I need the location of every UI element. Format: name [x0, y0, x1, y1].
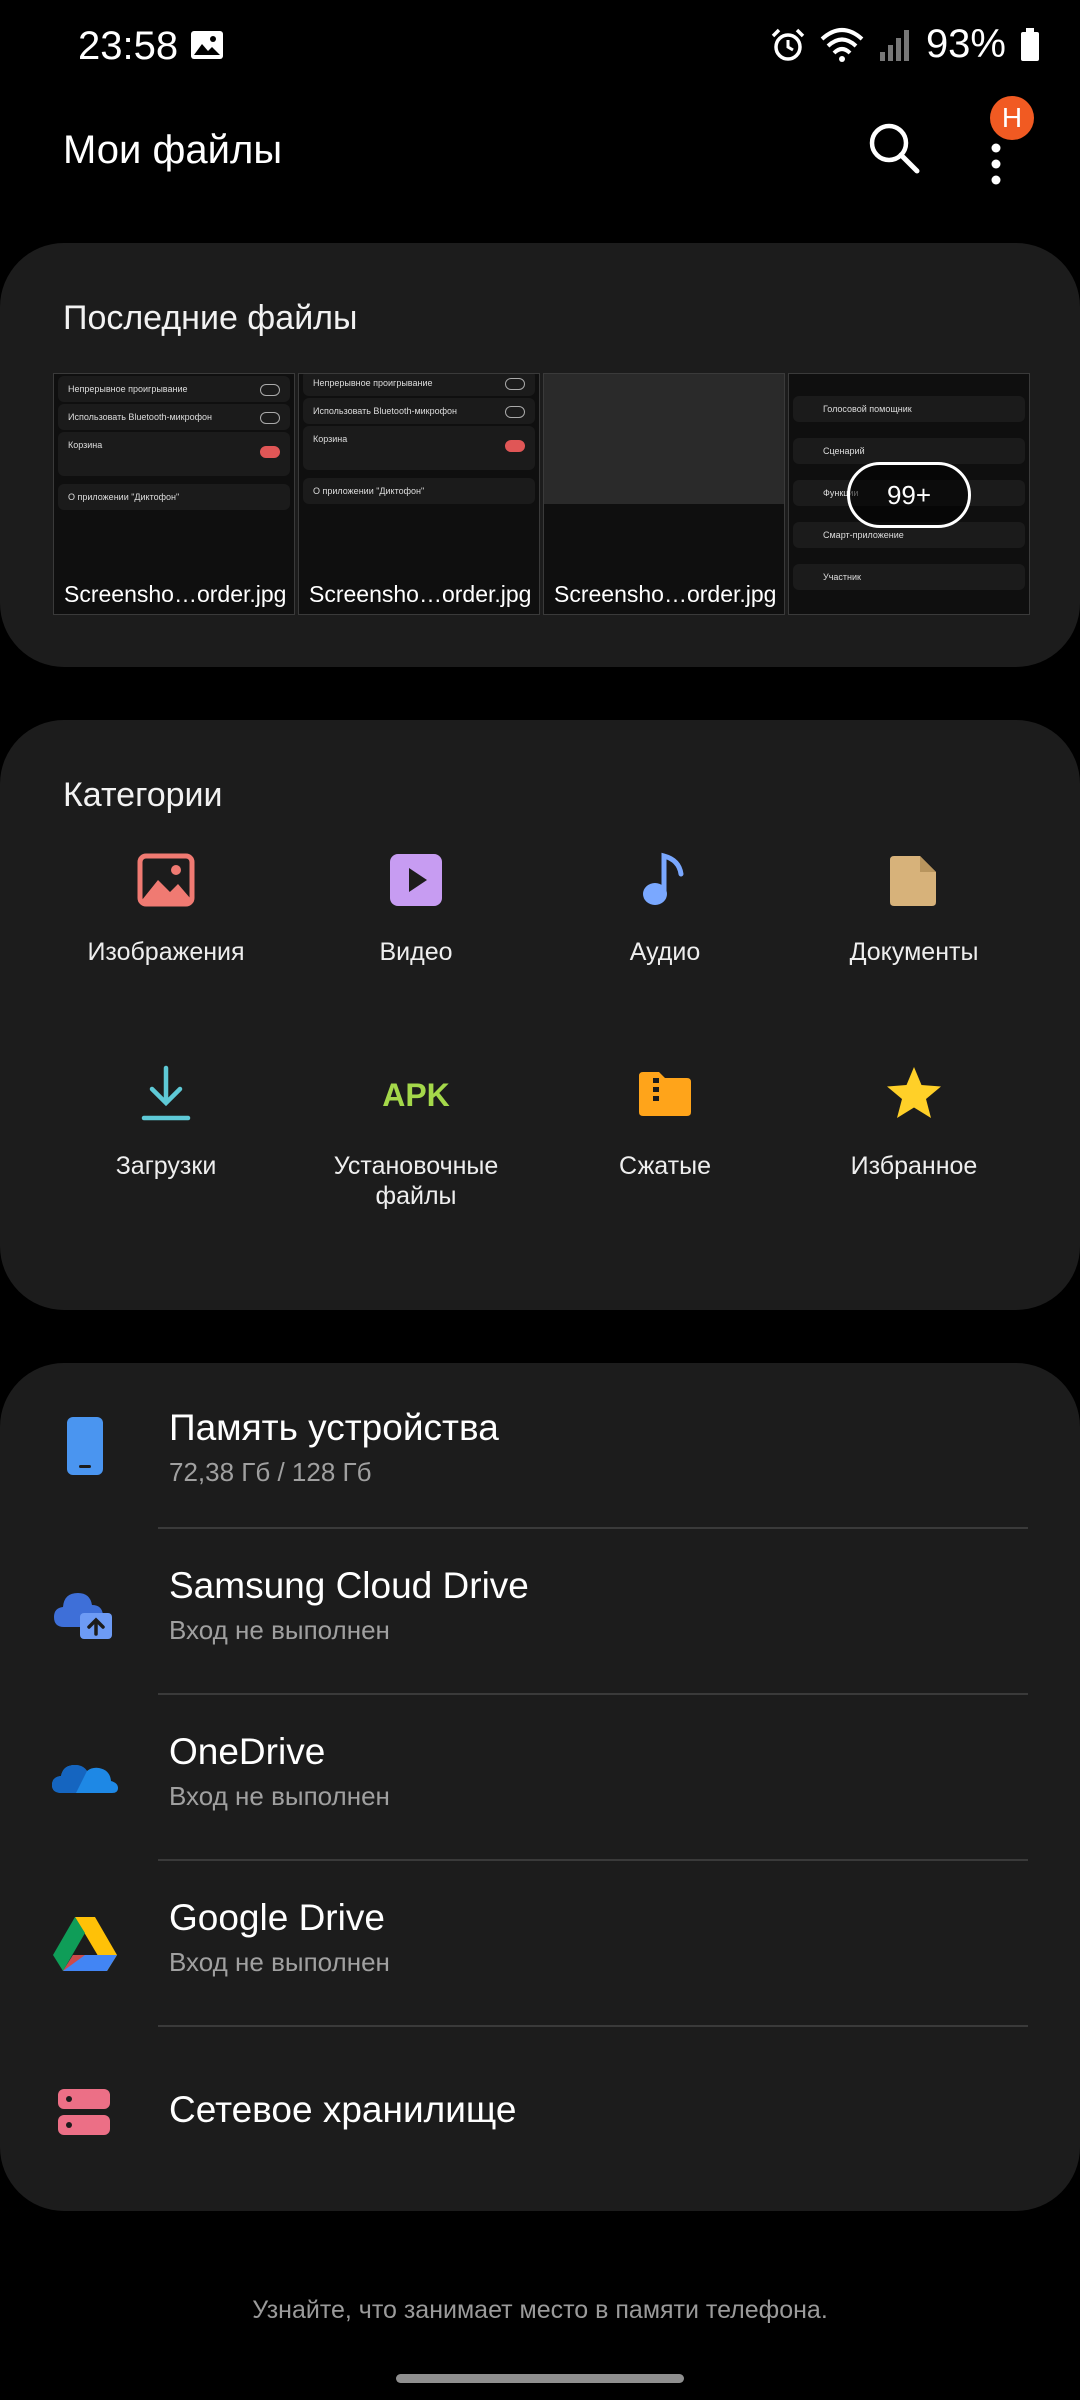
- toggle-icon: [505, 378, 525, 390]
- samsung-cloud-icon: [54, 1593, 112, 1639]
- signal-icon: [879, 29, 909, 61]
- recent-file-thumbnail[interactable]: Непрерывное проигрывание Использовать Bl…: [53, 373, 295, 615]
- zip-folder-icon: [639, 1072, 691, 1116]
- battery-level: 93%: [925, 22, 1006, 66]
- category-video[interactable]: Видео: [291, 850, 541, 967]
- battery-icon: [1021, 27, 1039, 61]
- storage-title: Сетевое хранилище: [169, 2089, 517, 2130]
- category-label: Сжатые: [618, 1152, 711, 1180]
- thumb-row: О приложении "Диктофон": [303, 478, 535, 504]
- category-label: Загрузки: [115, 1152, 217, 1180]
- storage-item-onedrive[interactable]: OneDrive Вход не выполнен: [0, 1695, 1080, 1861]
- file-name: Screensho…order.jpg: [554, 581, 777, 607]
- recent-files-list: Непрерывное проигрывание Использовать Bl…: [53, 373, 1030, 615]
- more-files-badge: 99+: [847, 462, 971, 528]
- category-audio[interactable]: Аудио: [540, 850, 790, 967]
- thumb-row: Непрерывное проигрывание: [58, 376, 290, 402]
- wifi-icon: [820, 27, 864, 62]
- storage-subtitle: Вход не выполнен: [169, 1947, 390, 1977]
- categories-card: Категории Изображения Видео Аудио Докуме…: [0, 720, 1080, 1310]
- network-storage-icon: [58, 2089, 110, 2135]
- thumb-row: Использовать Bluetooth-микрофон: [58, 404, 290, 430]
- gesture-navigation-bar[interactable]: [396, 2374, 684, 2383]
- category-label: Аудио: [629, 938, 701, 966]
- toggle-icon: [260, 384, 280, 396]
- recent-file-thumbnail-more[interactable]: Голосовой помощник Сценарий Функции Смар…: [788, 373, 1030, 615]
- storage-subtitle: 72,38 Гб / 128 Гб: [169, 1457, 372, 1487]
- thumb-row: Сценарий: [793, 438, 1025, 464]
- file-name: Screensho…order.jpg: [64, 581, 287, 607]
- thumb-row: О приложении "Диктофон": [58, 484, 290, 510]
- toggle-icon: [260, 412, 280, 424]
- category-compressed[interactable]: Сжатые: [540, 1064, 790, 1181]
- category-downloads[interactable]: Загрузки: [41, 1064, 291, 1181]
- thumb-row: Корзина: [303, 426, 535, 470]
- storage-title: Samsung Cloud Drive: [169, 1565, 529, 1606]
- alarm-icon: [771, 28, 805, 61]
- category-documents[interactable]: Документы: [789, 850, 1039, 967]
- storage-item-samsung-cloud[interactable]: Samsung Cloud Drive Вход не выполнен: [0, 1529, 1080, 1695]
- storage-item-device[interactable]: Память устройства 72,38 Гб / 128 Гб: [0, 1363, 1080, 1529]
- status-icons: 93%: [770, 22, 1040, 67]
- storage-title: Google Drive: [169, 1897, 385, 1938]
- category-label: Установочные файлы: [333, 1152, 499, 1210]
- document-icon: [890, 856, 936, 906]
- google-drive-icon: [53, 1917, 117, 1971]
- category-label: Избранное: [850, 1152, 978, 1180]
- category-apk[interactable]: APK Установочные файлы: [291, 1064, 541, 1211]
- thumb-row: Голосовой помощник: [793, 396, 1025, 422]
- storage-card: Память устройства 72,38 Гб / 128 Гб Sams…: [0, 1363, 1080, 2211]
- categories-title: Категории: [63, 776, 223, 814]
- recent-file-thumbnail[interactable]: Screensho…order.jpg: [543, 373, 785, 615]
- toggle-icon: [505, 406, 525, 418]
- category-label: Документы: [849, 938, 979, 966]
- thumb-preview: [544, 374, 784, 504]
- star-icon: [887, 1067, 941, 1118]
- download-icon: [141, 1065, 191, 1121]
- status-bar: 23:58 93%: [0, 0, 1080, 96]
- video-icon: [390, 854, 442, 906]
- category-label: Изображения: [87, 938, 245, 966]
- category-images[interactable]: Изображения: [41, 850, 291, 967]
- gallery-notification-icon: [191, 31, 223, 59]
- category-favorites[interactable]: Избранное: [789, 1064, 1039, 1181]
- category-label: Видео: [379, 938, 453, 966]
- phone-storage-icon: [67, 1417, 103, 1475]
- storage-subtitle: Вход не выполнен: [169, 1615, 390, 1645]
- toggle-icon: [505, 440, 525, 452]
- storage-title: OneDrive: [169, 1731, 326, 1772]
- recent-files-title: Последние файлы: [63, 299, 358, 337]
- notification-badge: Н: [990, 96, 1034, 140]
- svg-text:APK: APK: [382, 1077, 450, 1113]
- file-name: Screensho…order.jpg: [309, 581, 532, 607]
- music-note-icon: [643, 852, 684, 905]
- recent-file-thumbnail[interactable]: Непрерывное проигрывание Использовать Bl…: [298, 373, 540, 615]
- thumb-row: Использовать Bluetooth-микрофон: [303, 398, 535, 424]
- page-title: Мои файлы: [63, 128, 283, 172]
- image-icon: [137, 853, 195, 907]
- storage-subtitle: Вход не выполнен: [169, 1781, 390, 1811]
- apk-icon: APK: [382, 1077, 450, 1113]
- toggle-icon: [260, 446, 280, 458]
- recent-files-card: Последние файлы Непрерывное проигрывание…: [0, 243, 1080, 667]
- thumb-row: Участник: [793, 564, 1025, 590]
- storage-item-network[interactable]: Сетевое хранилище: [0, 2027, 1080, 2193]
- search-icon[interactable]: [862, 116, 926, 180]
- storage-item-google-drive[interactable]: Google Drive Вход не выполнен: [0, 1861, 1080, 2027]
- storage-title: Память устройства: [169, 1407, 499, 1448]
- status-time: 23:58: [78, 24, 179, 68]
- app-bar: Мои файлы Н: [0, 96, 1080, 204]
- thumb-row: Непрерывное проигрывание: [303, 374, 535, 396]
- onedrive-icon: [52, 1765, 118, 1793]
- storage-analysis-link[interactable]: Узнайте, что занимает место в памяти тел…: [0, 2296, 1080, 2325]
- thumb-row: Корзина: [58, 432, 290, 476]
